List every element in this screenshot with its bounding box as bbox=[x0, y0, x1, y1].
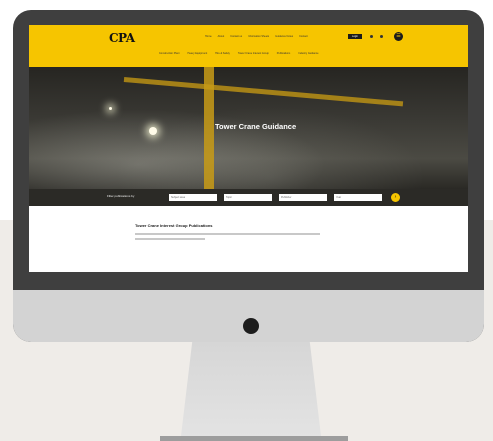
sub-nav-link[interactable]: Construction Plant bbox=[159, 52, 179, 55]
content-paragraph-line bbox=[135, 233, 320, 235]
filter-select-publisher[interactable]: Publisher bbox=[279, 194, 327, 201]
sub-nav-link[interactable]: Industry Guidance bbox=[298, 52, 318, 55]
arrow-right-icon[interactable]: › bbox=[391, 193, 400, 202]
monitor-chin bbox=[13, 290, 484, 342]
user-icon[interactable] bbox=[380, 35, 383, 38]
top-nav-link[interactable]: Information Sheets bbox=[248, 35, 269, 38]
floodlight-image bbox=[149, 127, 157, 135]
top-nav-link[interactable]: About bbox=[218, 35, 225, 38]
crane-mast-image bbox=[204, 67, 214, 189]
sub-nav-link[interactable]: Hire & Safety bbox=[215, 52, 230, 55]
crane-jib-image bbox=[123, 77, 404, 107]
search-icon[interactable] bbox=[370, 35, 373, 38]
top-nav-link[interactable]: Guidance Notes bbox=[275, 35, 293, 38]
site-header: CPA Home About Contact us Information Sh… bbox=[29, 25, 468, 67]
sub-nav-link[interactable]: Tower Crane Interest Group bbox=[238, 52, 269, 55]
site-logo[interactable]: CPA bbox=[109, 31, 135, 45]
filter-select-year[interactable]: Year bbox=[334, 194, 382, 201]
menu-icon[interactable]: ☰ bbox=[394, 32, 403, 41]
sub-nav-link[interactable]: Heavy Equipment bbox=[187, 52, 207, 55]
filter-select-subject[interactable]: Subject area bbox=[169, 194, 217, 201]
hero-title: Tower Crane Guidance bbox=[215, 122, 297, 131]
top-nav-link[interactable]: Contact bbox=[299, 35, 308, 38]
top-nav-link[interactable]: Home bbox=[205, 35, 212, 38]
content-heading: Tower Crane Interest Group Publications bbox=[135, 223, 213, 228]
power-button-icon bbox=[243, 318, 259, 334]
monitor-stand bbox=[181, 342, 321, 436]
filter-select-topic[interactable]: Topic bbox=[224, 194, 272, 201]
login-button[interactable]: Login bbox=[348, 34, 362, 39]
monitor-screen: CPA Home About Contact us Information Sh… bbox=[29, 25, 468, 272]
top-nav-link[interactable]: Contact us bbox=[230, 35, 242, 38]
monitor-base bbox=[160, 436, 348, 441]
sub-nav: Construction Plant Heavy Equipment Hire … bbox=[159, 52, 319, 55]
filter-label: Filter publications by bbox=[107, 194, 135, 198]
top-nav: Home About Contact us Information Sheets… bbox=[205, 35, 308, 38]
filter-bar: Filter publications by Subject area Topi… bbox=[29, 189, 468, 206]
floodlight-image bbox=[109, 107, 112, 110]
hero-banner: Tower Crane Guidance bbox=[29, 67, 468, 189]
content-paragraph-line bbox=[135, 238, 205, 240]
sub-nav-link[interactable]: Publications bbox=[277, 52, 290, 55]
